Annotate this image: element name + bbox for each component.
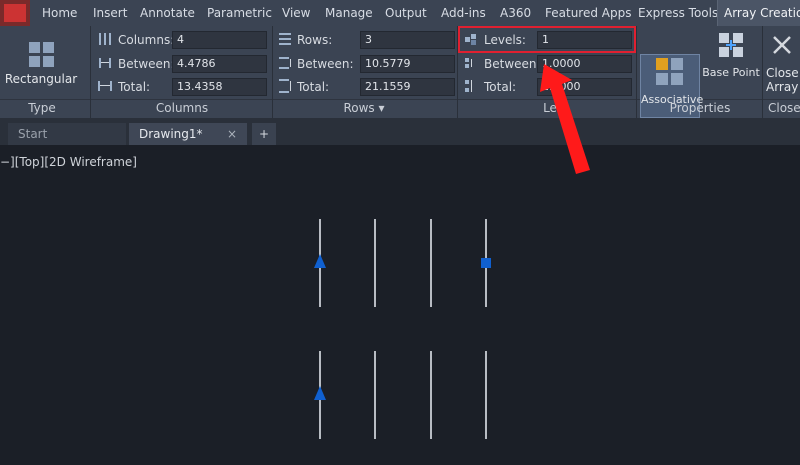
tab-array-creation[interactable]: Array Creation: [717, 0, 800, 26]
column-total-icon: [98, 81, 112, 91]
close-label-line2: Array: [766, 80, 799, 94]
rows-panel-title[interactable]: Rows ▾: [274, 100, 454, 117]
row-grip-arrow-icon[interactable]: [313, 254, 327, 268]
columns-icon: [99, 33, 111, 45]
annotation-arrow: [540, 64, 590, 174]
tab-a360[interactable]: A360: [500, 0, 531, 26]
level-total-icon: [465, 80, 472, 92]
panel-separator: [762, 26, 763, 118]
close-tab-icon[interactable]: ×: [227, 123, 237, 145]
array-line[interactable]: [374, 351, 376, 439]
rows-between-label: Between:: [297, 57, 354, 71]
tab-add-ins[interactable]: Add-ins: [441, 0, 486, 26]
tab-parametric[interactable]: Parametric: [207, 0, 272, 26]
array-line[interactable]: [430, 351, 432, 439]
panel-separator: [272, 26, 273, 118]
close-array-button[interactable]: Close Array: [764, 28, 800, 96]
drawing-viewport[interactable]: −][Top][2D Wireframe]: [0, 145, 800, 465]
row-total-icon: [279, 79, 291, 93]
type-panel-title: Type: [28, 101, 56, 115]
rows-total-input[interactable]: 21.1559: [360, 78, 455, 96]
array-line[interactable]: [374, 219, 376, 307]
row-spacing-icon: [279, 57, 291, 69]
document-tab-bar: Start Drawing1* × +: [0, 119, 800, 145]
levels-highlight-box: [458, 26, 636, 53]
array-line[interactable]: [430, 219, 432, 307]
start-tab-label: Start: [18, 127, 48, 141]
properties-panel-title: Properties: [669, 101, 731, 115]
close-icon: [773, 36, 791, 54]
base-point-label: Base Point: [702, 66, 760, 79]
columns-total-label: Total:: [118, 80, 151, 94]
column-spacing-icon: [99, 58, 111, 68]
drawing1-tab-label: Drawing1*: [139, 127, 203, 141]
tab-insert[interactable]: Insert: [93, 0, 127, 26]
rows-icon: [279, 33, 291, 45]
rows-input[interactable]: 3: [360, 31, 455, 49]
panel-separator: [636, 26, 637, 118]
column-grip-square[interactable]: [481, 258, 491, 268]
start-tab[interactable]: Start: [8, 123, 126, 145]
row-grip-arrow-icon[interactable]: [313, 386, 327, 400]
tab-express-tools[interactable]: Express Tools: [638, 0, 718, 26]
columns-total-input[interactable]: 13.4358: [172, 78, 267, 96]
close-panel-title: Close: [768, 101, 800, 115]
columns-between-label: Between:: [118, 57, 175, 71]
level-spacing-icon: [465, 58, 472, 68]
tab-home[interactable]: Home: [42, 0, 77, 26]
app-menu-button[interactable]: [0, 0, 30, 26]
columns-input[interactable]: 4: [172, 31, 267, 49]
rectangular-array-icon: [29, 42, 54, 67]
new-tab-button[interactable]: +: [252, 123, 276, 145]
tab-featured-apps[interactable]: Featured Apps: [545, 0, 631, 26]
associative-icon: [656, 58, 683, 85]
levels-between-label: Between:: [484, 57, 541, 71]
tab-view[interactable]: View: [282, 0, 310, 26]
columns-label: Columns:: [118, 33, 175, 47]
ribbon-tab-bar: Home Insert Annotate Parametric View Man…: [0, 0, 800, 26]
rectangular-label: Rectangular: [4, 72, 78, 86]
rows-between-input[interactable]: 10.5779: [360, 55, 455, 73]
tab-manage[interactable]: Manage: [325, 0, 373, 26]
app-logo-icon: [4, 4, 26, 22]
tab-output[interactable]: Output: [385, 0, 427, 26]
levels-total-label: Total:: [484, 80, 517, 94]
panel-separator: [90, 26, 91, 118]
base-point-icon: [719, 33, 743, 57]
tab-annotate[interactable]: Annotate: [140, 0, 195, 26]
ribbon: Rectangular Type Columns: 4 Between: 4.4…: [0, 26, 800, 119]
columns-panel-title: Columns: [155, 101, 209, 115]
base-point-button[interactable]: Base Point: [702, 28, 760, 92]
rectangular-button[interactable]: Rectangular: [4, 36, 78, 96]
close-label-line1: Close: [766, 66, 799, 80]
viewport-controls-label[interactable]: −][Top][2D Wireframe]: [0, 155, 137, 169]
rows-label: Rows:: [297, 33, 333, 47]
rows-total-label: Total:: [297, 80, 330, 94]
drawing1-tab[interactable]: Drawing1* ×: [129, 123, 247, 145]
columns-between-input[interactable]: 4.4786: [172, 55, 267, 73]
plus-icon: +: [259, 127, 270, 141]
array-line[interactable]: [485, 351, 487, 439]
